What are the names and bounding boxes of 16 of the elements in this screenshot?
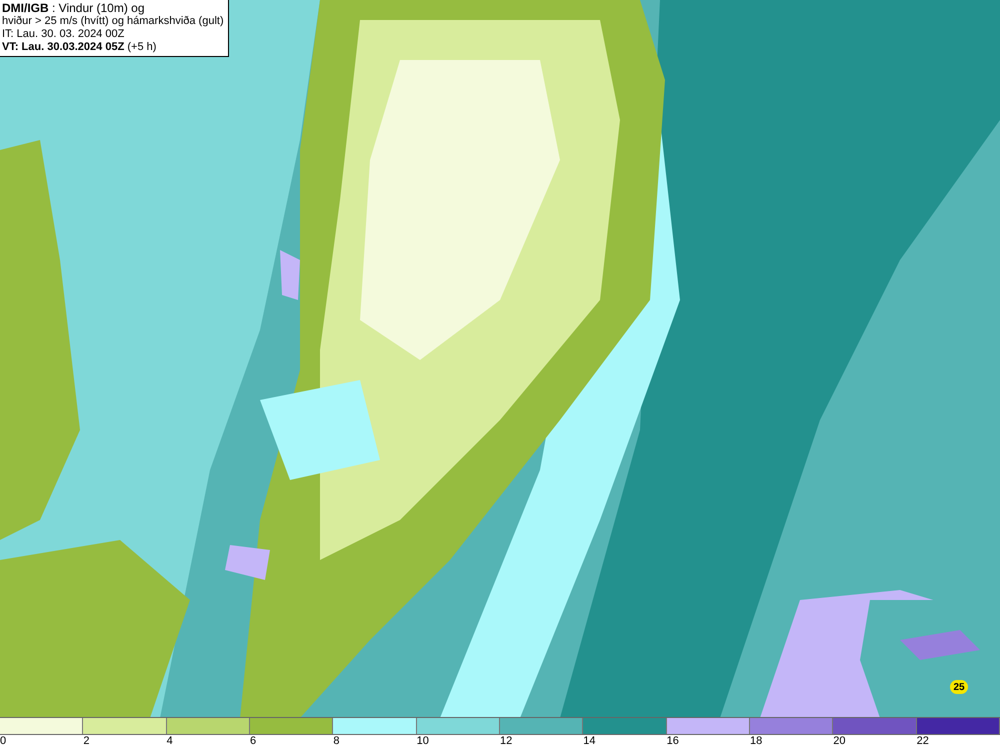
- header-text: DMI/IGB : Vindur (10m) og: [2, 2, 146, 15]
- header-text: IT: Lau. 30. 03. 2024 00Z: [2, 28, 126, 41]
- scale-label: 6: [250, 735, 258, 747]
- header-text: hviður > 25 m/s (hvítt) og hámarkshviða (gult): [2, 15, 224, 28]
- scale-label: 8: [333, 735, 340, 747]
- scale-label: 12: [500, 735, 514, 747]
- scale-label: 16: [666, 735, 680, 747]
- scale-label: 0: [0, 735, 8, 747]
- scale-label: 14: [583, 735, 597, 747]
- scale-label: 22: [916, 735, 930, 747]
- header-text: VT: Lau. 30.03.2024 05Z (+5 h): [2, 41, 158, 54]
- scale-label: 2: [83, 735, 90, 747]
- scale-label: 20: [833, 735, 847, 747]
- scale-label: 4: [166, 735, 174, 747]
- scale-label: 18: [750, 735, 764, 747]
- scale-label: 10: [416, 735, 430, 747]
